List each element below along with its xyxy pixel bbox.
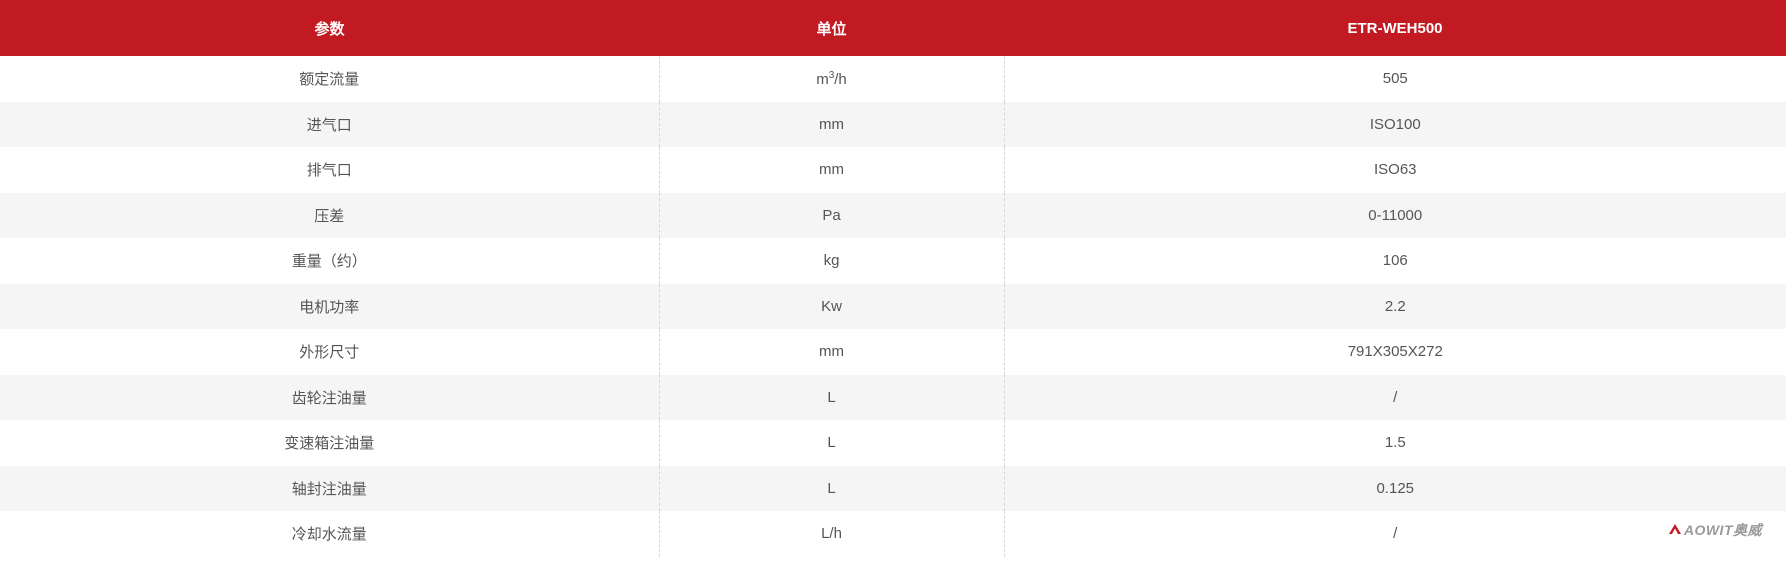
value-cell: 1.5 <box>1384 434 1406 452</box>
watermark-text: AOWIT奥威 <box>1683 522 1762 538</box>
value-cell: 505 <box>1382 70 1408 88</box>
unit-cell: L/h <box>659 511 1005 557</box>
param-cell: 冷却水流量 <box>0 511 660 557</box>
value-cell: 0-11000 <box>1004 192 1786 238</box>
table-row: 冷却水流量 L/h / <box>0 511 1786 557</box>
unit-base: m <box>816 70 829 88</box>
value-cell: 0.125 <box>1004 465 1786 511</box>
table-row: 电机功率 Kw 2.2 <box>0 283 1786 329</box>
table-row: 额定流量 m3/h 505 <box>0 56 1786 102</box>
param-cell: 重量（约） <box>0 238 660 284</box>
table-row: 齿轮注油量 L / <box>0 374 1786 420</box>
unit-cell: L <box>659 465 1005 511</box>
header-param: 参数 <box>0 0 659 56</box>
unit-cell: kg <box>659 238 1005 284</box>
unit-cell: m3/h <box>659 56 1005 102</box>
header-row: 参数 单位 ETR-WEH500 <box>0 0 1786 56</box>
value-cell: ISO100 <box>1004 101 1786 147</box>
table-row: 外形尺寸 mm 791X305X272 <box>0 329 1786 375</box>
param-cell: 进气口 <box>0 101 660 147</box>
unit-cell: mm <box>659 147 1005 193</box>
value-cell: / <box>1004 374 1786 420</box>
spec-table: 参数 单位 ETR-WEH500 额定流量 m3/h 505 进气口 mm IS… <box>0 0 1786 557</box>
aowit-watermark: AOWIT奥威 <box>1668 520 1762 540</box>
param-cell: 齿轮注油量 <box>0 374 660 420</box>
unit-cell: Pa <box>659 192 1005 238</box>
param-cell: 额定流量 <box>0 56 660 102</box>
param-cell: 外形尺寸 <box>0 329 660 375</box>
aowit-logo-mark <box>1668 523 1681 534</box>
table-row: 压差 Pa 0-11000 <box>0 192 1786 238</box>
aowit-logo-icon <box>1668 523 1682 538</box>
param-cell: 轴封注油量 <box>0 465 660 511</box>
value-cell: 106 <box>1382 252 1408 270</box>
unit-tail: /h <box>834 70 847 88</box>
header-model: ETR-WEH500 <box>1004 0 1786 56</box>
header-unit: 单位 <box>659 0 1004 56</box>
param-cell: 排气口 <box>0 147 660 193</box>
table-row: 变速箱注油量 L 1.5 <box>0 420 1786 466</box>
table-row: 轴封注油量 L 0.125 <box>0 465 1786 511</box>
value-cell: 791X305X272 <box>1347 343 1443 361</box>
value-cell: 2.2 <box>1004 283 1786 329</box>
unit-cell: mm <box>659 101 1005 147</box>
unit-cell: L <box>659 420 1005 466</box>
unit-cell: mm <box>659 329 1005 375</box>
table-row: 排气口 mm ISO63 <box>0 147 1786 193</box>
unit-cell: Kw <box>659 283 1005 329</box>
unit-cell: L <box>659 374 1005 420</box>
table-row: 进气口 mm ISO100 <box>0 101 1786 147</box>
param-cell: 变速箱注油量 <box>0 420 660 466</box>
table-header: 参数 单位 ETR-WEH500 <box>0 0 1786 56</box>
param-cell: 压差 <box>0 192 660 238</box>
table-body: 额定流量 m3/h 505 进气口 mm ISO100 排气口 mm ISO63… <box>0 56 1786 557</box>
param-cell: 电机功率 <box>0 283 660 329</box>
table-row: 重量（约） kg 106 <box>0 238 1786 284</box>
value-cell: ISO63 <box>1373 161 1417 179</box>
